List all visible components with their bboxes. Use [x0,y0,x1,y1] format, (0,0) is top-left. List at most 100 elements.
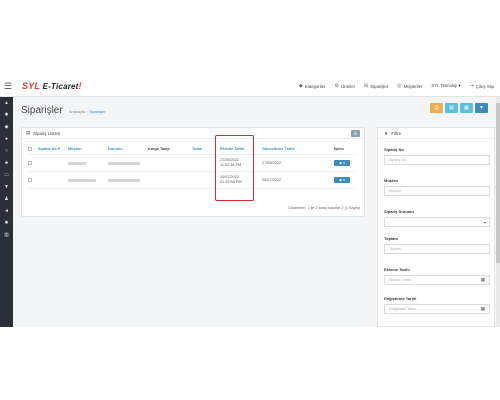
scrollbar[interactable] [496,97,500,327]
row-select-cell [28,161,38,165]
row-select-cell [28,178,38,182]
puzzle-icon[interactable]: ♣ [2,161,11,166]
filter-order-status: Sipariş Durumu ▾ [384,209,490,227]
input-placeholder: Toplam [389,247,401,251]
users-icon: ◎ [397,83,402,89]
customer-input[interactable]: Müşteri [384,186,490,196]
cart-icon[interactable]: ▼ [2,185,11,190]
nav-label: Siparişler [370,83,389,89]
redacted-text [68,161,86,165]
nav-categories[interactable]: ◆ Kategoriler [299,83,326,89]
export-button[interactable]: ▤ [445,103,458,113]
updated-date-cell: 20/07/2022 [262,178,282,182]
monitor-icon[interactable]: ▭ [2,173,11,178]
actions-cell: ◉ ▾ [334,160,358,166]
dashboard-icon[interactable]: ▲ [2,101,11,106]
nav-user-menu[interactable]: SYL Teknoloji ▾ [431,83,460,89]
status-cell [108,178,148,182]
header-nav: ◆ Kategoriler ⚙ Ürünler ⊞ Siparişler ◎ Müşte… [299,83,500,89]
col-status[interactable]: Durumu [108,147,148,151]
top-header: ☰ SYL E-Ticaret! ◆ Kategoriler ⚙ Ürünler ⊞… [0,76,500,97]
breadcrumb-home[interactable]: Anasayfa [69,109,86,114]
filter-label: Müşteri [384,178,399,183]
person-icon[interactable]: ♟ [2,197,11,202]
col-order-no[interactable]: Sipariş No ▾ [38,146,68,151]
box-icon: ⚙ [334,83,339,89]
updated-date-cell: 27/09/2022 [262,161,282,165]
user-icon[interactable]: ● [2,137,11,142]
settings-icon[interactable]: ✱ [2,113,11,118]
select-all-checkbox[interactable] [28,146,32,151]
page-header: Siparişler Anasayfa › Siparişler [21,105,106,116]
refresh-button[interactable]: ▦ [460,103,473,113]
app-logo[interactable]: SYL E-Ticaret! [22,81,82,91]
table-row: 27/09/2022 11:02:38 PM 27/09/2022 ◉ ▾ [28,155,358,172]
tag-icon: ◆ [298,83,303,89]
logout-icon: ⇥ [469,83,474,89]
view-order-button[interactable]: ◉ ▾ [334,160,350,166]
col-customer[interactable]: Müşteri [68,147,108,151]
input-placeholder: Sipariş No [389,158,406,162]
filter-added-date: Ekleme Tarihi Ekleme Tarihi ▦ [384,267,490,285]
filter-title: Filtre [391,130,402,136]
tag-icon[interactable]: ◆ [2,125,11,130]
filter-toggle-button[interactable]: ▼ [475,103,488,113]
status-cell [108,161,148,165]
orders-table: Sipariş No ▾ Müşteri Durumu Kargo Takip … [28,143,358,189]
filter-panel: ▼ Filtre Sipariş No Sipariş No Müşteri M… [377,127,495,327]
col-tracking: Kargo Takip [148,146,170,151]
nav-label: Ürünler [340,83,356,89]
redacted-text [108,178,140,182]
filter-total: Toplam Toplam [384,236,490,254]
cart-icon: ⊞ [364,83,369,89]
filter-order-no: Sipariş No Sipariş No [384,147,490,165]
print-button[interactable]: ⎙ [430,103,443,113]
column-toggle-button[interactable]: ☰ [351,129,360,137]
list-panel-title: Sipariş Listesi [33,130,61,136]
row-checkbox[interactable] [28,178,32,182]
filter-icon: ▼ [384,130,389,136]
nav-label: Müşteriler [403,83,423,89]
list-panel-header: ▤ Sipariş Listesi ☰ [22,128,364,139]
nav-customers[interactable]: ◎ Müşteriler [397,83,422,89]
input-placeholder: Değiştirme Tarihi [389,307,416,311]
scrollbar-thumb[interactable] [496,103,500,263]
list-icon: ▤ [26,130,31,135]
breadcrumb-current[interactable]: Siparişler [89,109,106,114]
nav-label: Kategoriler [304,83,326,89]
filter-label: Ekleme Tarihi [384,267,410,272]
order-status-select[interactable]: ▾ [384,217,490,227]
filter-label: Sipariş No [384,147,404,152]
chevron-down-icon: ▾ [483,219,486,225]
customer-cell [68,178,108,182]
nav-products[interactable]: ⚙ Ürünler [334,83,355,89]
total-input[interactable]: Toplam [384,244,490,254]
input-placeholder: Müşteri [389,189,401,193]
filter-label: Sipariş Durumu [384,209,414,214]
added-date-input[interactable]: Ekleme Tarihi ▦ [384,275,490,285]
gear-icon[interactable]: ✹ [2,221,11,226]
action-buttons: ⎙ ▤ ▦ ▼ [430,103,488,113]
circle-icon[interactable]: ○ [2,149,11,154]
row-checkbox[interactable] [28,161,32,165]
logo-sub: E-Ticaret [42,82,79,91]
page-title: Siparişler [21,105,63,116]
actions-cell: ◉ ▾ [334,177,358,183]
select-all-cell [28,146,38,151]
order-no-input[interactable]: Sipariş No [384,155,490,165]
nav-logout[interactable]: ⇥ Çıkış Yap [470,83,494,89]
calendar-icon[interactable]: ▦ [481,277,485,283]
col-updated-date[interactable]: Güncelleme Tarihi [262,147,334,151]
calendar-icon[interactable]: ▦ [481,306,485,312]
modified-date-input[interactable]: Değiştirme Tarihi ▦ [384,304,490,314]
main-content: Siparişler Anasayfa › Siparişler ⎙ ▤ ▦ ▼… [13,97,500,327]
view-order-button[interactable]: ◉ ▾ [334,177,350,183]
redacted-text [68,178,96,182]
menu-toggle-icon[interactable]: ☰ [0,76,16,97]
share-icon[interactable]: ◄ [2,209,11,214]
filter-customer: Müşteri Müşteri [384,178,490,196]
filter-modified-date: Değiştirme Tarihi Değiştirme Tarihi ▦ [384,296,490,314]
filter-label: Değiştirme Tarihi [384,296,417,301]
chart-icon[interactable]: ▥ [2,233,11,238]
nav-orders[interactable]: ⊞ Siparişler [364,83,388,89]
